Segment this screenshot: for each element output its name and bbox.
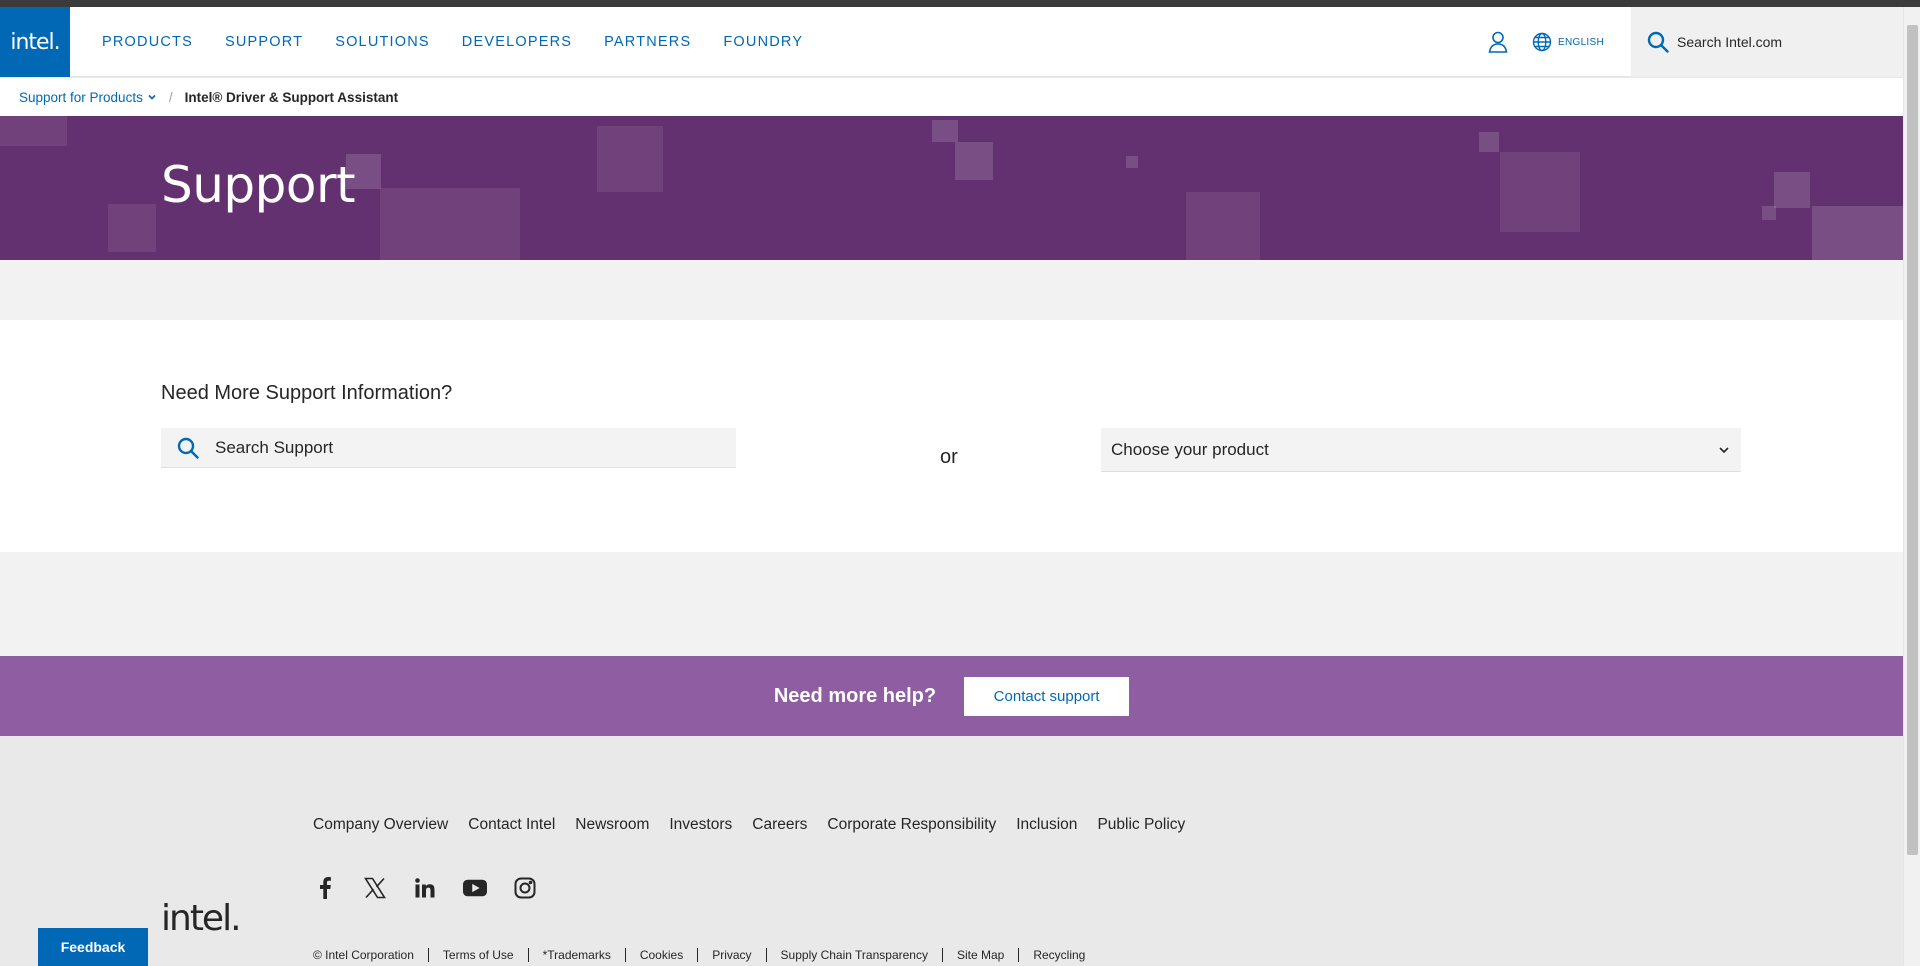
user-icon[interactable] <box>1486 30 1510 54</box>
site-footer: Company Overview Contact Intel Newsroom … <box>0 736 1903 966</box>
hero-decoration <box>1762 206 1776 220</box>
product-select-dropdown[interactable]: Choose your product <box>1101 428 1741 472</box>
legal-site-map[interactable]: Site Map <box>941 948 1018 962</box>
page-title: Support <box>161 156 356 214</box>
nav-products[interactable]: PRODUCTS <box>102 34 193 50</box>
hero-decoration <box>108 204 156 252</box>
support-heading: Need More Support Information? <box>161 382 453 404</box>
browser-top-edge <box>0 0 1920 7</box>
language-label: ENGLISH <box>1558 36 1605 48</box>
hero-decoration <box>597 126 663 192</box>
chevron-down-icon <box>1719 446 1729 453</box>
x-icon[interactable] <box>363 876 387 900</box>
support-search-section: Need More Support Information? Search Su… <box>0 320 1903 552</box>
youtube-icon[interactable] <box>463 876 487 900</box>
footer-intel-logo[interactable]: intel. <box>161 898 242 939</box>
hero-decoration <box>0 116 67 146</box>
footer-link-public-policy[interactable]: Public Policy <box>1097 816 1185 834</box>
legal-cookies[interactable]: Cookies <box>624 948 697 962</box>
globe-icon <box>1532 32 1552 52</box>
product-select-value: Choose your product <box>1111 439 1269 459</box>
footer-link-inclusion[interactable]: Inclusion <box>1016 816 1077 834</box>
page-scrollbar[interactable] <box>1903 7 1920 966</box>
language-selector[interactable]: ENGLISH <box>1532 30 1604 54</box>
hero-decoration <box>380 188 520 260</box>
legal-privacy[interactable]: Privacy <box>697 948 765 962</box>
nav-solutions[interactable]: SOLUTIONS <box>335 34 430 50</box>
legal-trademarks[interactable]: *Trademarks <box>527 948 625 962</box>
site-header: intel. PRODUCTS SUPPORT SOLUTIONS DEVELO… <box>0 7 1903 77</box>
chevron-down-icon <box>148 94 156 100</box>
legal-links: © Intel Corporation Terms of Use *Tradem… <box>313 948 1099 962</box>
or-divider: or <box>940 446 958 468</box>
social-links <box>313 876 563 900</box>
need-help-banner: Need more help? Contact support <box>0 656 1903 736</box>
legal-supply-chain-transparency[interactable]: Supply Chain Transparency <box>765 948 942 962</box>
intel-logo-text: intel. <box>10 29 60 55</box>
hero-decoration <box>955 142 993 180</box>
feedback-button[interactable]: Feedback <box>38 928 148 966</box>
legal-recycling[interactable]: Recycling <box>1018 948 1099 962</box>
site-search[interactable]: Search Intel.com <box>1631 7 1903 77</box>
breadcrumb-separator: / <box>168 89 173 105</box>
nav-foundry[interactable]: FOUNDRY <box>723 34 803 50</box>
breadcrumb-parent[interactable]: Support for Products <box>19 90 157 105</box>
nav-support[interactable]: SUPPORT <box>225 34 303 50</box>
hero-decoration <box>1812 206 1903 260</box>
hero-decoration <box>1774 172 1810 208</box>
footer-link-investors[interactable]: Investors <box>669 816 732 834</box>
legal-terms-of-use[interactable]: Terms of Use <box>427 948 528 962</box>
hero-decoration <box>1186 192 1260 260</box>
footer-link-corporate-responsibility[interactable]: Corporate Responsibility <box>827 816 996 834</box>
need-help-text: Need more help? <box>773 684 937 707</box>
breadcrumb: Support for Products / Intel® Driver & S… <box>0 78 1903 116</box>
footer-link-contact-intel[interactable]: Contact Intel <box>468 816 555 834</box>
footer-link-newsroom[interactable]: Newsroom <box>575 816 649 834</box>
site-search-placeholder: Search Intel.com <box>1677 34 1783 50</box>
search-icon <box>1647 31 1669 53</box>
search-icon <box>177 437 199 459</box>
linkedin-icon[interactable] <box>413 876 437 900</box>
spacer-band <box>0 260 1903 320</box>
spacer-band <box>0 552 1903 656</box>
breadcrumb-parent-label: Support for Products <box>19 89 143 105</box>
footer-link-company-overview[interactable]: Company Overview <box>313 816 448 834</box>
hero-decoration <box>1479 132 1499 152</box>
footer-links: Company Overview Contact Intel Newsroom … <box>313 816 1205 834</box>
intel-logo[interactable]: intel. <box>0 7 70 77</box>
legal-copyright: © Intel Corporation <box>313 948 414 962</box>
search-support-placeholder: Search Support <box>215 437 334 457</box>
contact-support-button[interactable]: Contact support <box>964 676 1130 716</box>
hero-banner: Support <box>0 116 1903 260</box>
scrollbar-thumb[interactable] <box>1907 25 1918 855</box>
instagram-icon[interactable] <box>513 876 537 900</box>
hero-decoration <box>1126 156 1138 168</box>
facebook-icon[interactable] <box>313 876 337 900</box>
footer-link-careers[interactable]: Careers <box>752 816 807 834</box>
hero-decoration <box>932 120 958 142</box>
main-nav: PRODUCTS SUPPORT SOLUTIONS DEVELOPERS PA… <box>86 7 819 77</box>
nav-developers[interactable]: DEVELOPERS <box>462 34 572 50</box>
search-support-input[interactable]: Search Support <box>161 428 736 468</box>
breadcrumb-current: Intel® Driver & Support Assistant <box>184 89 399 105</box>
hero-decoration <box>1500 152 1580 232</box>
nav-partners[interactable]: PARTNERS <box>604 34 691 50</box>
